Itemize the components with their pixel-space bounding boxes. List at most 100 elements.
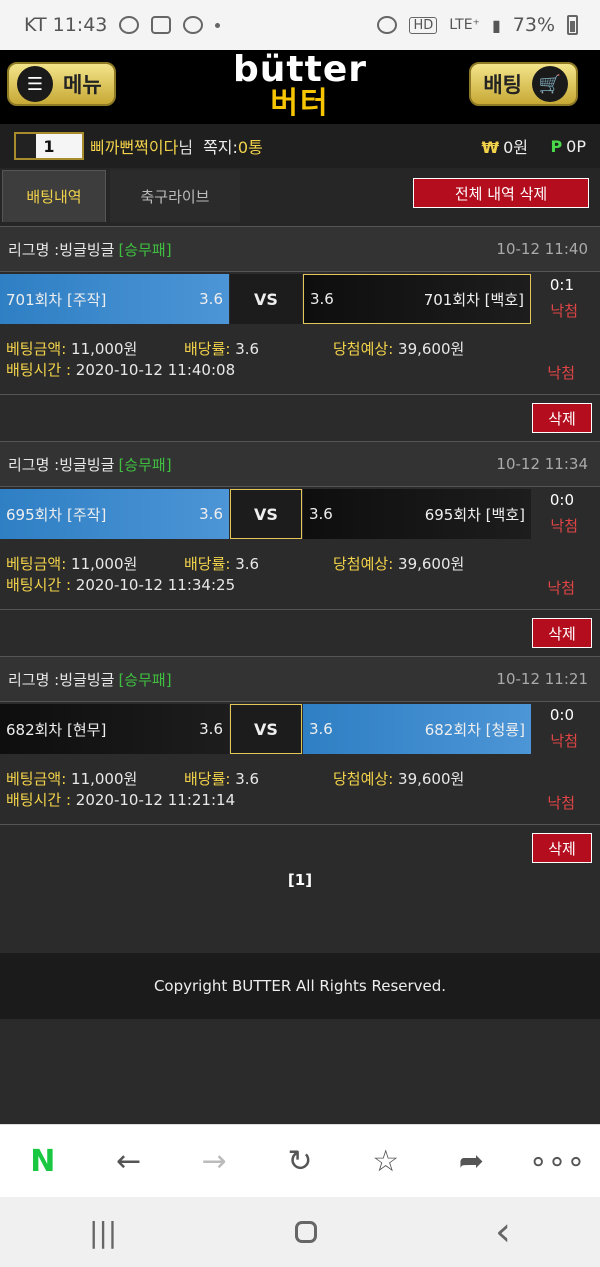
match-row: 682회차 [현무] 3.6 VS 3.6 682회차 [청룡] 0:0 낙첨 bbox=[0, 704, 600, 754]
match-score: 0:0 bbox=[549, 706, 574, 724]
money-balance: ₩0원 bbox=[481, 134, 528, 158]
delete-row: 삭제 bbox=[0, 824, 600, 870]
win-label: 당첨예상: bbox=[333, 340, 394, 358]
more-icon[interactable]: ∘∘∘ bbox=[527, 1136, 587, 1186]
match-row: 701회차 [주작] 3.6 VS 3.6 701회차 [백호] 0:1 낙첨 bbox=[0, 274, 600, 324]
naver-home-icon[interactable]: N bbox=[13, 1136, 73, 1186]
bet-card: 리그명 : 빙글빙글 [승무패] 10-12 11:34 695회차 [주작] … bbox=[0, 441, 600, 655]
delete-button[interactable]: 삭제 bbox=[532, 833, 592, 863]
match-score: 0:1 bbox=[549, 276, 574, 294]
time-label: 배팅시간 : bbox=[6, 576, 72, 594]
copyright-text: Copyright BUTTER All Rights Reserved. bbox=[153, 977, 447, 995]
home-odds: 3.6 bbox=[199, 290, 223, 308]
home-team: 701회차 [주작] 3.6 bbox=[0, 274, 229, 324]
league-label: 리그명 : bbox=[8, 670, 60, 689]
win-value: 39,600원 bbox=[393, 770, 465, 788]
menu-button[interactable]: ☰ 메뉴 bbox=[7, 62, 116, 106]
recents-icon[interactable]: ||| bbox=[89, 1216, 117, 1249]
match-result: 낙첨 bbox=[550, 517, 578, 535]
delete-button[interactable]: 삭제 bbox=[532, 403, 592, 433]
win-value: 39,600원 bbox=[393, 340, 465, 358]
delete-button[interactable]: 삭제 bbox=[532, 618, 592, 648]
away-odds: 3.6 bbox=[309, 720, 333, 738]
league-name: 빙글빙글 bbox=[59, 240, 115, 259]
away-team: 3.6 695회차 [백호] bbox=[303, 489, 531, 539]
pagination: [1] bbox=[0, 871, 600, 889]
hd-indicator: HD bbox=[409, 16, 438, 34]
more-dot-icon bbox=[215, 22, 221, 28]
amount-value: 11,000원 bbox=[66, 555, 138, 573]
home-team: 695회차 [주작] 3.6 bbox=[0, 489, 229, 539]
amount-value: 11,000원 bbox=[66, 340, 138, 358]
history-tabs: 배팅내역 축구라이브 전체 내역 삭제 bbox=[0, 168, 600, 226]
alarm-icon bbox=[377, 16, 398, 34]
battery-percent: 73% bbox=[512, 14, 555, 36]
tab-betting-history[interactable]: 배팅내역 bbox=[2, 170, 106, 222]
away-team-name: 701회차 [백호] bbox=[423, 290, 524, 309]
bet-type: [승무패] bbox=[118, 455, 172, 474]
win-label: 당첨예상: bbox=[333, 555, 394, 573]
back-arrow-icon[interactable]: ← bbox=[99, 1136, 159, 1186]
delete-row: 삭제 bbox=[0, 609, 600, 655]
league-row: 리그명 : 빙글빙글 [승무패] 10-12 11:34 bbox=[0, 441, 600, 487]
home-odds: 3.6 bbox=[199, 505, 223, 523]
bet-type: [승무패] bbox=[118, 240, 172, 259]
bet-type: [승무패] bbox=[118, 670, 172, 689]
logo-text-top: bütter bbox=[233, 49, 367, 90]
bet-card: 리그명 : 빙글빙글 [승무패] 10-12 11:21 682회차 [현무] … bbox=[0, 656, 600, 870]
rate-value: 3.6 bbox=[230, 340, 260, 358]
vs-label: VS bbox=[230, 489, 302, 539]
match-result: 낙첨 bbox=[550, 732, 578, 750]
nav-back-icon[interactable]: ‹ bbox=[495, 1209, 511, 1255]
vs-label: VS bbox=[230, 704, 302, 754]
site-header: ☰ 메뉴 bütter 버터 배팅 🛒 bbox=[0, 50, 600, 124]
away-odds: 3.6 bbox=[310, 290, 334, 308]
bet-result: 낙첨 bbox=[547, 794, 575, 812]
home-team: 682회차 [현무] 3.6 bbox=[0, 704, 229, 754]
tab-soccer-live[interactable]: 축구라이브 bbox=[110, 170, 240, 222]
match-time: 10-12 11:40 bbox=[496, 240, 588, 258]
point-balance: P 0P bbox=[550, 137, 586, 156]
forward-arrow-icon[interactable]: → bbox=[184, 1136, 244, 1186]
home-odds: 3.6 bbox=[199, 720, 223, 738]
system-nav-bar: ||| ‹ bbox=[0, 1197, 600, 1267]
away-odds: 3.6 bbox=[309, 505, 333, 523]
bet-detail: 베팅금액: 11,000원 배당률: 3.6 당첨예상: 39,600원 배팅시… bbox=[0, 324, 600, 394]
away-team: 3.6 701회차 [백호] bbox=[303, 274, 531, 324]
amount-label: 베팅금액: bbox=[6, 555, 67, 573]
time-value: 2020-10-12 11:40:08 bbox=[71, 361, 236, 379]
rate-value: 3.6 bbox=[230, 770, 260, 788]
site-logo[interactable]: bütter 버터 bbox=[233, 52, 367, 122]
menu-icon: ☰ bbox=[17, 66, 53, 102]
account-icon bbox=[183, 16, 204, 34]
notes-label: 쪽지: bbox=[203, 138, 238, 157]
bookmark-star-icon[interactable]: ☆ bbox=[356, 1136, 416, 1186]
level-badge: 1 bbox=[14, 132, 84, 160]
home-icon[interactable] bbox=[295, 1221, 318, 1243]
point-value: 0P bbox=[566, 136, 586, 156]
gallery-icon bbox=[151, 16, 172, 34]
bet-detail: 베팅금액: 11,000원 배당률: 3.6 당첨예상: 39,600원 배팅시… bbox=[0, 754, 600, 824]
match-row: 695회차 [주작] 3.6 VS 3.6 695회차 [백호] 0:0 낙첨 bbox=[0, 489, 600, 539]
rate-label: 배당률: bbox=[184, 555, 231, 573]
time-label: 배팅시간 : bbox=[6, 361, 72, 379]
match-time: 10-12 11:34 bbox=[496, 455, 588, 473]
user-info-bar: 1 삐까뻔쩍이다 님 쪽지:0통 ₩0원 P 0P bbox=[0, 124, 600, 168]
betting-button[interactable]: 배팅 🛒 bbox=[469, 62, 578, 106]
menu-label: 메뉴 bbox=[63, 73, 102, 97]
league-name: 빙글빙글 bbox=[59, 455, 115, 474]
page-link-1[interactable]: [1] bbox=[288, 871, 312, 889]
bet-result: 낙첨 bbox=[547, 364, 575, 382]
reload-icon[interactable]: ↻ bbox=[270, 1136, 330, 1186]
rate-value: 3.6 bbox=[230, 555, 260, 573]
delete-all-button[interactable]: 전체 내역 삭제 bbox=[413, 178, 589, 208]
logo-text-bottom: 버터 bbox=[270, 86, 330, 121]
share-icon[interactable]: ➦ bbox=[441, 1136, 501, 1186]
rate-label: 배당률: bbox=[184, 340, 231, 358]
notes-link[interactable]: 쪽지:0통 bbox=[203, 134, 263, 158]
bet-card: 리그명 : 빙글빙글 [승무패] 10-12 11:40 701회차 [주작] … bbox=[0, 226, 600, 440]
browser-toolbar: N ← → ↻ ☆ ➦ ∘∘∘ bbox=[0, 1124, 600, 1197]
vs-label: VS bbox=[230, 274, 302, 324]
away-team: 3.6 682회차 [청룡] bbox=[303, 704, 531, 754]
status-bar: KT 11:43 HD LTE⁺ ▮ 73% bbox=[0, 0, 600, 50]
